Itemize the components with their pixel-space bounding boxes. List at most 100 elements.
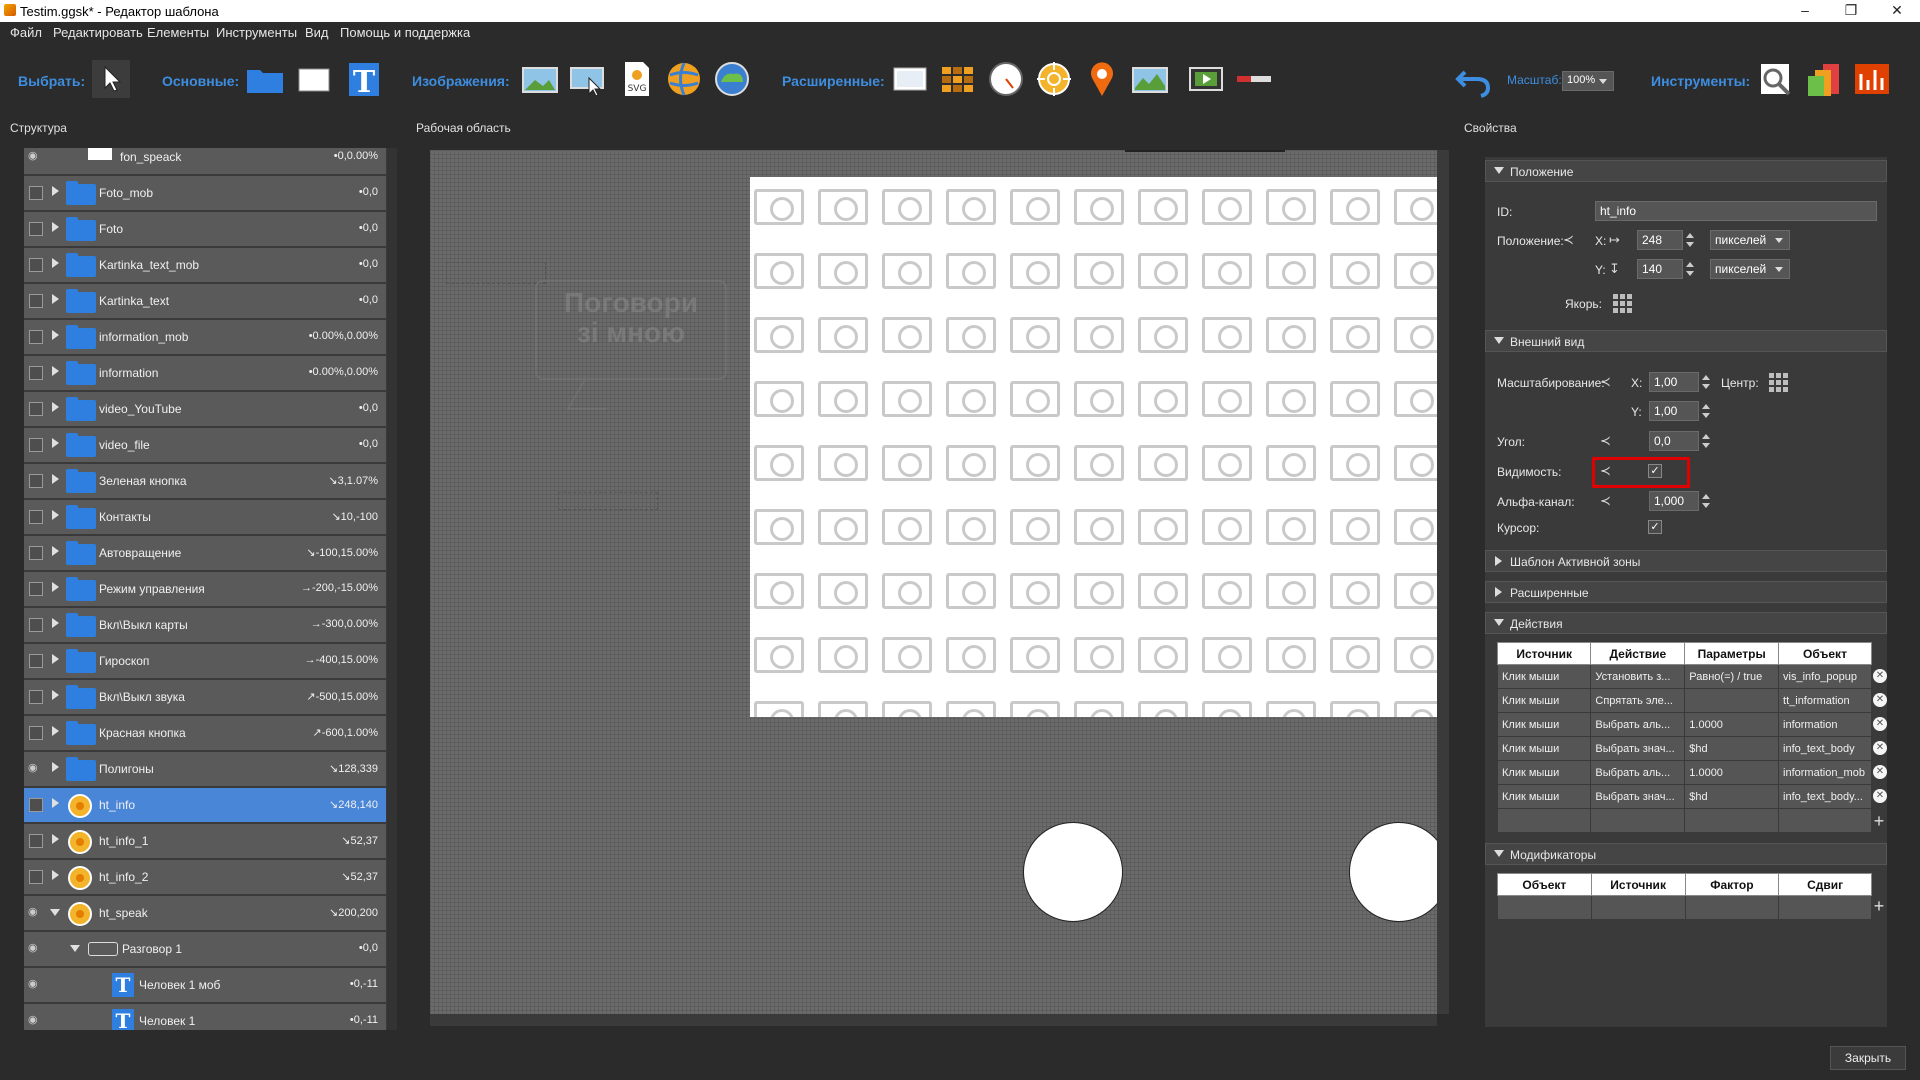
angle-field[interactable]: 0,0 [1649,431,1699,451]
close-window-icon[interactable]: ✕ [1874,0,1920,22]
eye-icon[interactable]: ◉ [28,907,44,918]
expand-arrow-icon[interactable] [52,618,59,628]
grid-menu-tool-icon[interactable] [939,60,977,98]
unit-x-select[interactable]: пикселей [1710,230,1790,250]
add-modifier-button[interactable]: + [1871,897,1887,915]
add-action-button[interactable]: + [1871,812,1887,830]
modifiers-header-factor[interactable]: Фактор [1684,873,1780,896]
modifiers-header-shift[interactable]: Сдвиг [1778,873,1872,896]
text-tool-icon[interactable]: T [345,60,383,100]
visibility-checkbox[interactable] [29,546,43,560]
tree-row[interactable]: ht_info_2 ↘52,37 [24,860,386,895]
tree-row[interactable]: information_mob •0.00%,0.00% [24,320,386,355]
alpha-field[interactable]: 1,000 [1649,491,1699,511]
visibility-checkbox[interactable] [29,798,43,812]
action-cell[interactable]: Клик мыши [1496,784,1592,809]
id-field[interactable]: ht_info [1595,201,1877,221]
eye-icon[interactable]: ◉ [28,763,44,774]
action-cell[interactable]: Выбрать аль... [1590,712,1686,737]
tree-row[interactable]: Kartinka_text •0,0 [24,284,386,319]
maximize-icon[interactable]: ❐ [1828,0,1874,22]
expand-arrow-icon[interactable] [52,654,59,664]
colors-tool-icon[interactable] [1805,60,1843,98]
action-cell[interactable]: information_mob [1778,760,1872,785]
tree-row[interactable]: Автовращение ↘-100,15.00% [24,536,386,571]
action-cell[interactable]: vis_info_popup [1778,664,1872,689]
tree-row[interactable]: Foto •0,0 [24,212,386,247]
eye-icon[interactable]: ◉ [28,943,44,954]
expand-arrow-icon[interactable] [52,186,59,196]
svg-tool-icon[interactable]: SVG [617,60,655,98]
pos-x-field[interactable]: 248 [1637,230,1683,250]
expand-arrow-icon[interactable] [52,510,59,520]
action-cell[interactable]: Клик мыши [1496,688,1592,713]
minimize-icon[interactable]: – [1782,0,1828,22]
action-row[interactable]: Клик мыши Выбрать аль... 1.0000 information… [1496,760,1872,785]
action-row[interactable]: Клик мыши Выбрать знач... $hd info_text_bod… [1496,784,1872,809]
remove-action-icon[interactable]: ✕ [1873,789,1887,803]
action-cell[interactable]: Клик мыши [1496,712,1592,737]
action-cell[interactable]: Выбрать знач... [1590,784,1686,809]
actions-header-action[interactable]: Действие [1590,642,1686,665]
actions-header-object[interactable]: Объект [1778,642,1872,665]
tree-row[interactable]: Зеленая кнопка ↘3,1.07% [24,464,386,499]
expand-arrow-icon[interactable] [52,294,59,304]
visibility-checkbox[interactable] [29,402,43,416]
tree-row[interactable]: video_YouTube •0,0 [24,392,386,427]
tree-row[interactable]: ◉ Разговор 1 •0,0 [24,932,386,967]
eye-icon[interactable]: ◉ [28,151,44,162]
section-hotspot-template[interactable]: Шаблон Активной зоны [1485,550,1887,572]
alpha-link-icon[interactable]: ≺ [1600,494,1616,508]
collapse-arrow-icon[interactable] [50,909,60,916]
action-cell[interactable]: info_text_body [1778,736,1872,761]
action-cell[interactable]: Установить з... [1590,664,1686,689]
tree-row[interactable]: Foto_mob •0,0 [24,176,386,211]
action-cell[interactable]: Выбрать знач... [1590,736,1686,761]
action-row[interactable]: Клик мыши Установить з... Равно(=) / true v… [1496,664,1872,689]
cloud-tool-icon[interactable] [713,60,751,98]
visibility-checkbox[interactable] [29,186,43,200]
tree-row[interactable]: Контакты ↘10,-100 [24,500,386,535]
expand-arrow-icon[interactable] [52,258,59,268]
action-cell[interactable]: Выбрать аль... [1590,760,1686,785]
section-modifiers[interactable]: Модификаторы [1485,843,1887,865]
monitor-tool-icon[interactable] [891,60,929,98]
menu-elements[interactable]: Елементы [147,25,209,40]
tree-row[interactable]: ◉ ht_speak ↘200,200 [24,896,386,931]
expand-arrow-icon[interactable] [52,798,59,808]
scale-x-field[interactable]: 1,00 [1649,372,1699,392]
visibility-checkbox[interactable] [29,654,43,668]
share-link-icon[interactable]: ≺ [1563,233,1579,247]
expand-arrow-icon[interactable] [52,870,59,880]
expand-arrow-icon[interactable] [52,582,59,592]
tree-row[interactable]: Вкл\Выкл карты →-300,0.00% [24,608,386,643]
remove-action-icon[interactable]: ✕ [1873,669,1887,683]
action-cell[interactable]: info_text_body... [1778,784,1872,809]
image-tool-icon[interactable] [521,60,559,98]
section-position[interactable]: Положение [1485,160,1887,182]
expand-arrow-icon[interactable] [52,222,59,232]
visibility-checkbox[interactable] [29,510,43,524]
visibility-checkbox[interactable] [29,870,43,884]
action-row[interactable]: Клик мыши Выбрать знач... $hd info_text_bod… [1496,736,1872,761]
cursor-checkbox[interactable]: ✓ [1648,520,1662,534]
angle-spinner[interactable] [1701,431,1711,451]
action-cell[interactable]: Спрятать эле... [1590,688,1686,713]
zoom-select[interactable]: 100% [1562,71,1614,91]
visibility-checkbox[interactable] [29,330,43,344]
scale-x-spinner[interactable] [1701,372,1711,392]
image-button-tool-icon[interactable] [569,60,607,98]
action-row[interactable]: Клик мыши Выбрать аль... 1.0000 information [1496,712,1872,737]
expand-arrow-icon[interactable] [52,402,59,412]
remove-action-icon[interactable]: ✕ [1873,717,1887,731]
remove-action-icon[interactable]: ✕ [1873,741,1887,755]
center-grid-icon[interactable] [1767,371,1789,393]
menu-tools[interactable]: Инструменты [216,25,297,40]
tree-row[interactable]: ◉ fon_speack •0,0.00% [24,148,386,175]
tree-row[interactable]: video_file •0,0 [24,428,386,463]
expand-arrow-icon[interactable] [52,726,59,736]
visibility-checkbox[interactable] [29,474,43,488]
menu-file[interactable]: Файл [10,25,42,40]
action-row[interactable]: Клик мыши Спрятать эле... tt_information [1496,688,1872,713]
actions-header-source[interactable]: Источник [1496,642,1592,665]
